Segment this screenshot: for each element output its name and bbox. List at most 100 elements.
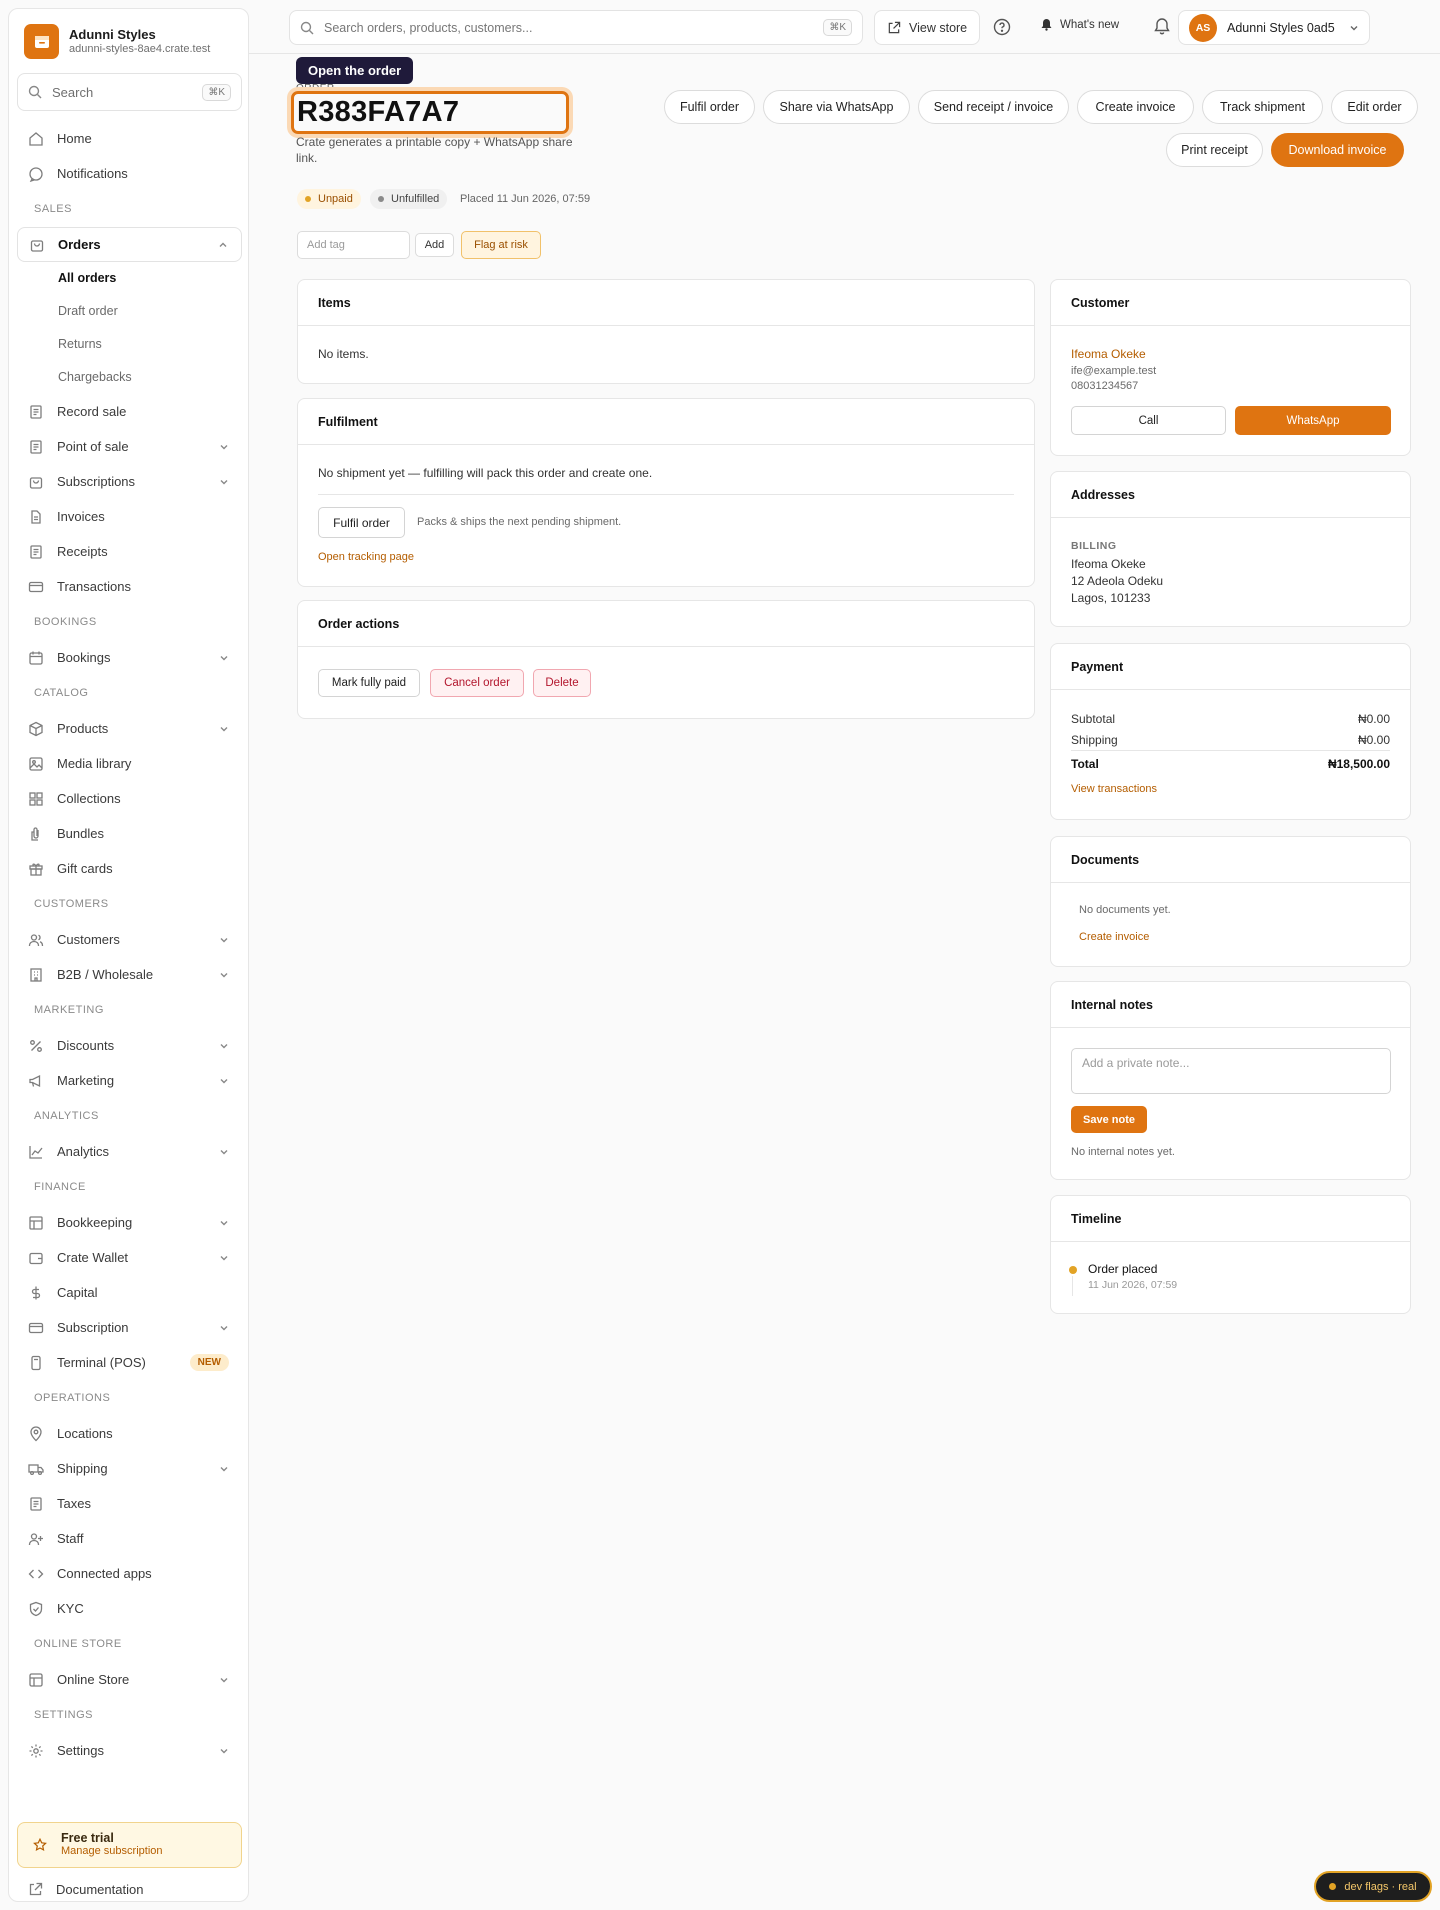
documentation-label: Documentation — [56, 1881, 144, 1897]
send-receipt-button[interactable]: Send receipt / invoice — [918, 90, 1069, 124]
timeline-line — [1072, 1276, 1073, 1296]
sidebar-item-locations[interactable]: Locations — [17, 1416, 242, 1451]
subtotal-value: ₦0.00 — [1357, 712, 1390, 726]
sidebar-item-subscriptions[interactable]: Subscriptions — [17, 464, 242, 499]
items-empty: No items. — [318, 347, 369, 361]
free-trial-banner[interactable]: Free trial Manage subscription — [17, 1822, 242, 1868]
sidebar-item-gift-cards[interactable]: Gift cards — [17, 851, 242, 886]
create-invoice-link[interactable]: Create invoice — [1079, 931, 1149, 943]
dev-flags-dot — [1329, 1883, 1337, 1890]
sidebar-item-online-store[interactable]: Online Store — [17, 1662, 242, 1697]
sidebar-item-bookkeeping[interactable]: Bookkeeping — [17, 1205, 242, 1240]
whats-new-button[interactable]: What's new — [1040, 18, 1119, 31]
delete-order-button[interactable]: Delete — [533, 669, 591, 697]
gift-icon — [28, 861, 44, 877]
free-trial-title: Free trial — [61, 1831, 114, 1845]
status-label: Unfulfilled — [391, 193, 440, 205]
fulfil-order-button[interactable]: Fulfil order — [664, 90, 755, 124]
view-transactions-link[interactable]: View transactions — [1071, 783, 1157, 795]
private-note-input[interactable]: Add a private note... — [1071, 1048, 1391, 1094]
add-tag-button[interactable]: Add — [415, 233, 454, 257]
sidebar-item-terminal-pos[interactable]: Terminal (POS) NEW — [17, 1345, 242, 1380]
documents-empty: No documents yet. — [1079, 904, 1171, 916]
sidebar-item-marketing[interactable]: Marketing — [17, 1063, 242, 1098]
fulfil-order-button-secondary[interactable]: Fulfil order — [318, 507, 405, 538]
cancel-order-button[interactable]: Cancel order — [430, 669, 524, 697]
customer-card: Customer Ifeoma Okeke ife@example.test 0… — [1050, 279, 1411, 456]
download-invoice-button[interactable]: Download invoice — [1271, 133, 1404, 167]
call-button[interactable]: Call — [1071, 406, 1226, 435]
receipt-icon — [28, 439, 44, 455]
edit-order-button[interactable]: Edit order — [1331, 90, 1418, 124]
save-note-button[interactable]: Save note — [1071, 1106, 1147, 1133]
order-number[interactable]: R383FA7A7 — [291, 91, 569, 134]
sidebar-item-notifications[interactable]: Notifications — [17, 156, 242, 191]
print-receipt-button[interactable]: Print receipt — [1166, 133, 1263, 167]
global-search-input[interactable]: Search orders, products, customers... ⌘K — [289, 10, 863, 45]
dev-flags-pill[interactable]: dev flags · real — [1314, 1871, 1432, 1902]
internal-notes-card: Internal notes Add a private note... Sav… — [1050, 981, 1411, 1180]
sidebar-item-point-of-sale[interactable]: Point of sale — [17, 429, 242, 464]
search-shortcut: ⌘K — [202, 83, 231, 101]
customer-name-link[interactable]: Ifeoma Okeke — [1071, 347, 1146, 361]
add-tag-input[interactable]: Add tag — [297, 231, 410, 259]
account-name: Adunni Styles 0ad5 — [1227, 20, 1335, 35]
sidebar-item-invoices[interactable]: Invoices — [17, 499, 242, 534]
billing-line2: Lagos, 101233 — [1071, 591, 1151, 605]
sidebar-item-label: Capital — [57, 1285, 98, 1300]
sidebar-item-capital[interactable]: Capital — [17, 1275, 242, 1310]
sidebar-item-receipts[interactable]: Receipts — [17, 534, 242, 569]
search-shortcut: ⌘K — [823, 19, 852, 36]
sidebar-search[interactable]: Search ⌘K — [17, 73, 242, 111]
sidebar-item-transactions[interactable]: Transactions — [17, 569, 242, 604]
sidebar-item-staff[interactable]: Staff — [17, 1521, 242, 1556]
sidebar-subitem-chargebacks[interactable]: Chargebacks — [17, 361, 242, 394]
sidebar-item-settings[interactable]: Settings — [17, 1733, 242, 1768]
sidebar-item-customers[interactable]: Customers — [17, 922, 242, 957]
sidebar-item-connected-apps[interactable]: Connected apps — [17, 1556, 242, 1591]
bell-icon[interactable] — [1153, 17, 1171, 35]
section-online-store: ONLINE STORE — [34, 1638, 122, 1650]
placed-date: Placed 11 Jun 2026, 07:59 — [460, 193, 591, 205]
sidebar-item-subscription[interactable]: Subscription — [17, 1310, 242, 1345]
open-tracking-link[interactable]: Open tracking page — [318, 551, 414, 563]
documentation-link[interactable]: Documentation — [17, 1875, 143, 1903]
sidebar-subitem-returns[interactable]: Returns — [17, 328, 242, 361]
sidebar-item-shipping[interactable]: Shipping — [17, 1451, 242, 1486]
sidebar-item-record-sale[interactable]: Record sale — [17, 394, 242, 429]
ledger-icon — [28, 1215, 44, 1231]
chevron-down-icon — [219, 970, 229, 980]
view-store-button[interactable]: View store — [874, 10, 981, 45]
mark-fully-paid-button[interactable]: Mark fully paid — [318, 669, 420, 697]
section-sales: SALES — [34, 203, 72, 215]
store-switcher[interactable]: Adunni Styles adunni-styles-8ae4.crate.t… — [24, 24, 210, 59]
sidebar-item-discounts[interactable]: Discounts — [17, 1028, 242, 1063]
sidebar-item-crate-wallet[interactable]: Crate Wallet — [17, 1240, 242, 1275]
sidebar-subitem-all-orders[interactable]: All orders — [17, 262, 242, 295]
credit-card-icon — [28, 579, 44, 595]
sidebar-item-b2b-wholesale[interactable]: B2B / Wholesale — [17, 957, 242, 992]
flag-at-risk-button[interactable]: Flag at risk — [461, 231, 541, 259]
section-bookings: BOOKINGS — [34, 616, 97, 628]
account-menu[interactable]: AS Adunni Styles 0ad5 — [1178, 10, 1370, 45]
whatsapp-button[interactable]: WhatsApp — [1235, 406, 1391, 435]
help-icon[interactable] — [993, 18, 1011, 36]
sidebar-item-home[interactable]: Home — [17, 121, 242, 156]
total-label: Total — [1071, 757, 1099, 771]
sidebar-item-media-library[interactable]: Media library — [17, 746, 242, 781]
sidebar-item-bundles[interactable]: Bundles — [17, 816, 242, 851]
sidebar-item-bookings[interactable]: Bookings — [17, 640, 242, 675]
home-icon — [28, 131, 44, 147]
sidebar-item-collections[interactable]: Collections — [17, 781, 242, 816]
sidebar-item-kyc[interactable]: KYC — [17, 1591, 242, 1626]
sidebar-item-products[interactable]: Products — [17, 711, 242, 746]
create-invoice-button[interactable]: Create invoice — [1077, 90, 1194, 124]
sidebar-item-analytics[interactable]: Analytics — [17, 1134, 242, 1169]
share-whatsapp-button[interactable]: Share via WhatsApp — [763, 90, 910, 124]
sidebar-item-orders[interactable]: Orders — [17, 227, 242, 262]
sidebar-item-taxes[interactable]: Taxes — [17, 1486, 242, 1521]
sidebar-subitem-draft-order[interactable]: Draft order — [17, 295, 242, 328]
track-shipment-button[interactable]: Track shipment — [1202, 90, 1323, 124]
sidebar-item-label: Products — [57, 721, 109, 736]
manage-subscription-link[interactable]: Manage subscription — [61, 1845, 163, 1858]
